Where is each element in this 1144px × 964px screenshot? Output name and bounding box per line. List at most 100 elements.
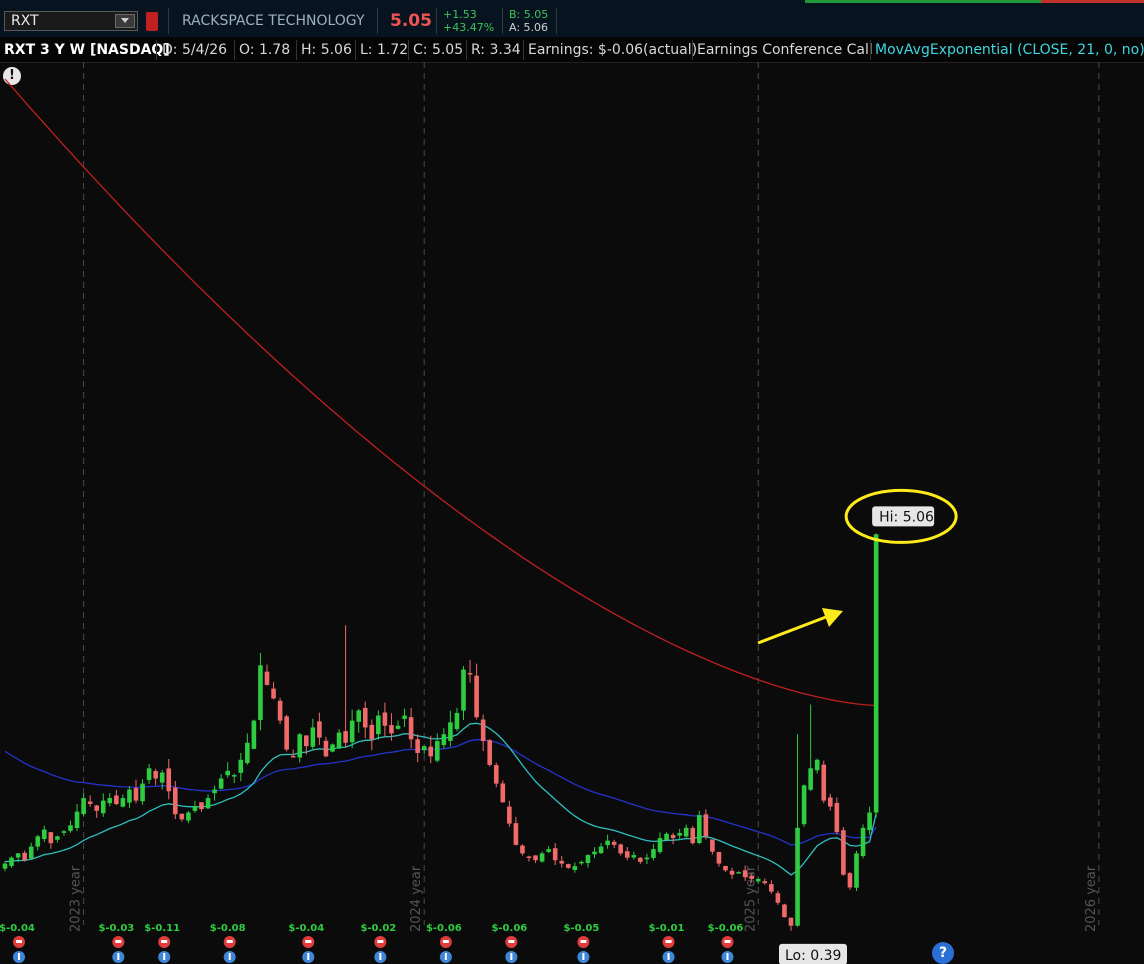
- candle-body: [179, 813, 185, 820]
- candle-body: [277, 700, 283, 721]
- event-info: Earnings Conference Call: [697, 42, 873, 58]
- info-icon-glyph: [582, 953, 585, 960]
- candle-body: [376, 715, 381, 735]
- candle-body: [847, 873, 853, 888]
- candle: [670, 832, 676, 845]
- candle-body: [742, 870, 748, 878]
- chart-title[interactable]: RXT 3 Y W [NASDAQ]: [4, 42, 170, 58]
- candle-body: [454, 712, 460, 730]
- candle-body: [81, 798, 86, 815]
- candle: [729, 867, 735, 879]
- candle: [435, 733, 440, 763]
- study-label[interactable]: MovAvgExponential (CLOSE, 21, 0, no): [875, 42, 1144, 58]
- earnings-value: $-0.06: [491, 923, 527, 934]
- flag-icon[interactable]: [146, 12, 158, 31]
- candle-body: [670, 834, 676, 839]
- candle-body: [22, 852, 27, 861]
- candle: [854, 850, 859, 892]
- candle: [94, 804, 99, 818]
- candle-body: [493, 765, 499, 784]
- candle: [795, 734, 800, 927]
- candle: [146, 763, 152, 784]
- candle-body: [448, 722, 453, 741]
- candle: [723, 865, 728, 872]
- candle: [873, 533, 879, 818]
- candle: [107, 793, 113, 807]
- candle: [631, 851, 637, 860]
- candle: [867, 806, 872, 835]
- candle: [507, 800, 512, 827]
- earnings-value: $-0.08: [210, 923, 246, 934]
- info-divider: [296, 40, 297, 60]
- candle-body: [114, 795, 119, 805]
- phone-icon-glyph: [377, 940, 384, 943]
- candle-body: [500, 783, 506, 803]
- ema200-line: [4, 78, 877, 706]
- candle: [408, 707, 414, 749]
- candle-body: [801, 785, 807, 825]
- candle-body: [526, 856, 532, 858]
- chevron-down-icon[interactable]: [115, 14, 135, 28]
- candle: [651, 844, 656, 861]
- candle-body: [867, 812, 872, 831]
- candle: [231, 773, 237, 783]
- up-volume-stripe: [805, 0, 1041, 3]
- candle: [683, 824, 689, 838]
- percent-change: +43.47%: [443, 21, 495, 34]
- candle-body: [644, 857, 650, 860]
- help-icon[interactable]: ?: [932, 942, 954, 964]
- candle-body: [258, 665, 263, 721]
- candle: [841, 827, 846, 876]
- candle-body: [690, 827, 696, 844]
- candle: [801, 784, 807, 827]
- candle: [100, 793, 106, 817]
- candle-body: [775, 893, 781, 903]
- candle: [788, 917, 794, 931]
- candle: [114, 789, 119, 806]
- candle: [814, 758, 820, 774]
- candle-body: [697, 815, 702, 844]
- candle-body: [487, 740, 492, 765]
- candle-body: [48, 832, 54, 844]
- candle: [513, 816, 519, 846]
- candle-body: [15, 853, 21, 858]
- candle: [782, 903, 787, 918]
- candle-body: [205, 798, 211, 809]
- candle-body: [873, 534, 879, 813]
- candle: [493, 762, 499, 788]
- symbol-selector[interactable]: RXT: [4, 11, 138, 31]
- candle-body: [140, 783, 145, 802]
- candle: [166, 758, 172, 800]
- candle-body: [421, 746, 427, 751]
- info-icon-glyph: [228, 953, 231, 960]
- bar-close: C: 5.05: [413, 42, 464, 58]
- earnings-info: Earnings: $-0.06(actual): [528, 42, 698, 58]
- candle-body: [2, 863, 8, 869]
- info-divider: [466, 40, 467, 60]
- candle: [356, 708, 361, 733]
- price-chart[interactable]: 2023 year 2024 year 2025 year 2026 year Hi:…: [0, 62, 1144, 964]
- annotations: Hi: 5.06 Lo: 0.39: [757, 488, 958, 964]
- candle-body: [225, 770, 230, 776]
- candle-body: [814, 759, 820, 771]
- info-icon-glyph: [307, 953, 310, 960]
- phone-icon-glyph: [580, 940, 587, 943]
- symbol-value: RXT: [11, 13, 39, 29]
- earnings-markers: $-0.04 $-0.03 $-0.11 $-0.08 $-0.04 $-0.02 $-0.…: [0, 923, 743, 963]
- candle: [192, 800, 198, 813]
- candle: [159, 769, 165, 790]
- candle-body: [611, 841, 617, 845]
- candle: [775, 890, 781, 905]
- candle-body: [395, 725, 401, 729]
- candle: [847, 871, 853, 890]
- candle-body: [821, 764, 827, 801]
- candle: [552, 843, 558, 866]
- candle: [330, 743, 335, 753]
- earnings-value: $-0.11: [144, 923, 180, 934]
- candle: [762, 878, 768, 885]
- candle: [421, 745, 427, 755]
- candle: [48, 831, 54, 849]
- candle-body: [369, 724, 375, 740]
- candle: [428, 735, 434, 764]
- phone-icon-glyph: [305, 940, 312, 943]
